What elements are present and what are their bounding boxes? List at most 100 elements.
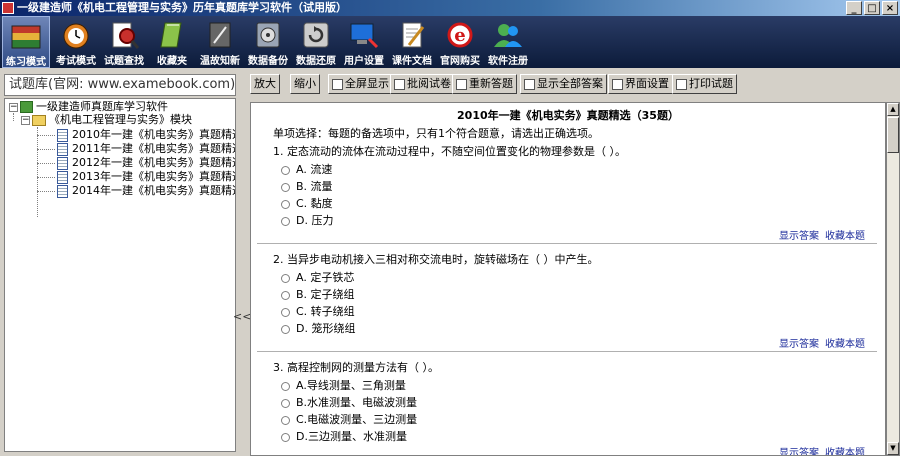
toolbar-search[interactable]: 试题查找 <box>100 16 148 68</box>
fullscreen-button[interactable]: 全屏显示 <box>328 74 393 94</box>
vertical-scrollbar[interactable]: ▲ ▼ <box>886 102 900 456</box>
notebook-icon <box>203 19 237 51</box>
question-separator <box>257 243 877 244</box>
scroll-down-icon[interactable]: ▼ <box>887 442 899 455</box>
radio-button[interactable] <box>281 199 290 209</box>
q1-option-a[interactable]: A. 流速 <box>281 161 332 177</box>
document-icon <box>57 170 68 184</box>
favorite-link[interactable]: 收藏本题 <box>825 448 865 455</box>
q2-option-b[interactable]: B. 定子绕组 <box>281 286 355 302</box>
printer-icon <box>676 78 687 90</box>
toolbar-register[interactable]: 软件注册 <box>484 16 532 68</box>
scroll-thumb[interactable] <box>887 117 899 153</box>
tree-item-2011[interactable]: 2011年一建《机电实务》真题精选 <box>57 142 235 156</box>
tree-module[interactable]: 《机电工程管理与实务》模块 <box>32 113 192 127</box>
radio-button[interactable] <box>281 165 290 175</box>
main-toolbar: 练习模式 考试模式 试题查找 收藏夹 温故知新 数据备份 数据还原 用户设置 课… <box>0 16 900 68</box>
radio-button[interactable] <box>281 415 290 425</box>
grade-icon <box>394 78 405 90</box>
document-icon <box>57 128 68 142</box>
question-separator <box>257 351 877 352</box>
favorite-link[interactable]: 收藏本题 <box>825 339 865 350</box>
toolbar-exam-mode[interactable]: 考试模式 <box>52 16 100 68</box>
minimize-button[interactable]: _ <box>846 1 862 15</box>
show-answer-link[interactable]: 显示答案 <box>779 339 819 350</box>
toolbar-practice-mode[interactable]: 练习模式 <box>2 16 50 68</box>
close-button[interactable]: × <box>882 1 898 15</box>
browser-icon: e <box>443 19 477 51</box>
toolbar-review[interactable]: 温故知新 <box>196 16 244 68</box>
tree-item-2013[interactable]: 2013年一建《机电实务》真题精选 <box>57 170 235 184</box>
question-bank-panel: 试题库(官网: www.examebook.com) − 一级建造师真题库学习软… <box>0 70 242 456</box>
svg-text:e: e <box>454 25 465 46</box>
tree-item-2010[interactable]: 2010年一建《机电实务》真题精选 <box>57 128 235 142</box>
q1-option-b[interactable]: B. 流量 <box>281 178 333 194</box>
interface-settings-button[interactable]: 界面设置 <box>608 74 673 94</box>
q3-option-a[interactable]: A.导线测量、三角测量 <box>281 377 406 393</box>
q1-option-c[interactable]: C. 黏度 <box>281 195 333 211</box>
q2-option-a[interactable]: A. 定子铁芯 <box>281 269 354 285</box>
favorite-link[interactable]: 收藏本题 <box>825 231 865 242</box>
toolbar-courseware[interactable]: 课件文档 <box>388 16 436 68</box>
show-answer-link[interactable]: 显示答案 <box>779 448 819 455</box>
fullscreen-icon <box>332 78 343 90</box>
q1-links: 显示答案 收藏本题 <box>773 227 865 242</box>
radio-button[interactable] <box>281 432 290 442</box>
toolbar-user-settings[interactable]: 用户设置 <box>340 16 388 68</box>
radio-button[interactable] <box>281 307 290 317</box>
content-toolbar: 放大 缩小 全屏显示 批阅试卷 重新答题 显示全部答案 界面设置 打印试题 <box>246 70 900 96</box>
toolbar-buy-online[interactable]: e 官网购买 <box>436 16 484 68</box>
magnifier-icon <box>107 19 141 51</box>
q1-option-d[interactable]: D. 压力 <box>281 212 333 228</box>
radio-button[interactable] <box>281 324 290 334</box>
collapse-module-toggle[interactable]: − <box>21 116 30 125</box>
q3-option-c[interactable]: C.电磁波测量、三边测量 <box>281 411 417 427</box>
document-icon <box>57 142 68 156</box>
window-controls: _ □ × <box>846 1 898 15</box>
title-bar: 一级建造师《机电工程管理与实务》历年真题库学习软件（试用版） _ □ × <box>0 0 900 16</box>
collapse-root-toggle[interactable]: − <box>9 103 18 112</box>
q3-option-b[interactable]: B.水准测量、电磁波测量 <box>281 394 417 410</box>
q2-option-d[interactable]: D. 笼形绕组 <box>281 320 355 336</box>
books-icon <box>9 20 43 52</box>
radio-button[interactable] <box>281 290 290 300</box>
show-all-answers-button[interactable]: 显示全部答案 <box>520 74 607 94</box>
question-content: 2010年一建《机电实务》真题精选（35题） 单项选择：每题的备选项中，只有1个… <box>250 102 886 456</box>
radio-button[interactable] <box>281 216 290 226</box>
app-tree-icon <box>20 101 33 113</box>
redo-icon <box>456 78 467 90</box>
paper-title: 2010年一建《机电实务》真题精选（35题） <box>457 109 679 122</box>
scroll-up-icon[interactable]: ▲ <box>887 103 899 116</box>
restore-icon <box>299 19 333 51</box>
q3-option-d[interactable]: D.三边测量、水准测量 <box>281 428 407 444</box>
tree-root[interactable]: 一级建造师真题库学习软件 <box>20 100 168 114</box>
toolbar-favorites[interactable]: 收藏夹 <box>148 16 196 68</box>
radio-button[interactable] <box>281 381 290 391</box>
user-icon <box>491 19 525 51</box>
answers-icon <box>524 78 535 90</box>
show-answer-link[interactable]: 显示答案 <box>779 231 819 242</box>
tree-item-2012[interactable]: 2012年一建《机电实务》真题精选 <box>57 156 235 170</box>
panel-splitter[interactable]: << <box>232 70 251 456</box>
radio-button[interactable] <box>281 398 290 408</box>
settings-icon <box>612 78 623 90</box>
q2-option-c[interactable]: C. 转子绕组 <box>281 303 355 319</box>
zoom-in-button[interactable]: 放大 <box>250 74 280 94</box>
zoom-out-button[interactable]: 缩小 <box>290 74 320 94</box>
radio-button[interactable] <box>281 182 290 192</box>
print-button[interactable]: 打印试题 <box>672 74 737 94</box>
grade-button[interactable]: 批阅试卷 <box>390 74 455 94</box>
folder-icon <box>32 114 46 126</box>
alarm-clock-icon <box>59 19 93 51</box>
question-1-text: 1. 定态流动的流体在流动过程中，不随空间位置变化的物理参数是（ ）。 <box>273 145 626 158</box>
redo-button[interactable]: 重新答题 <box>452 74 517 94</box>
question-3-text: 3. 高程控制网的测量方法有（ ）。 <box>273 361 439 374</box>
bookmark-icon <box>155 19 189 51</box>
toolbar-restore[interactable]: 数据还原 <box>292 16 340 68</box>
content-panel: 放大 缩小 全屏显示 批阅试卷 重新答题 显示全部答案 界面设置 打印试题 20… <box>246 70 900 456</box>
maximize-button[interactable]: □ <box>864 1 880 15</box>
radio-button[interactable] <box>281 273 290 283</box>
toolbar-backup[interactable]: 数据备份 <box>244 16 292 68</box>
q2-links: 显示答案 收藏本题 <box>773 335 865 350</box>
tree-item-2014[interactable]: 2014年一建《机电实务》真题精选 <box>57 184 235 198</box>
